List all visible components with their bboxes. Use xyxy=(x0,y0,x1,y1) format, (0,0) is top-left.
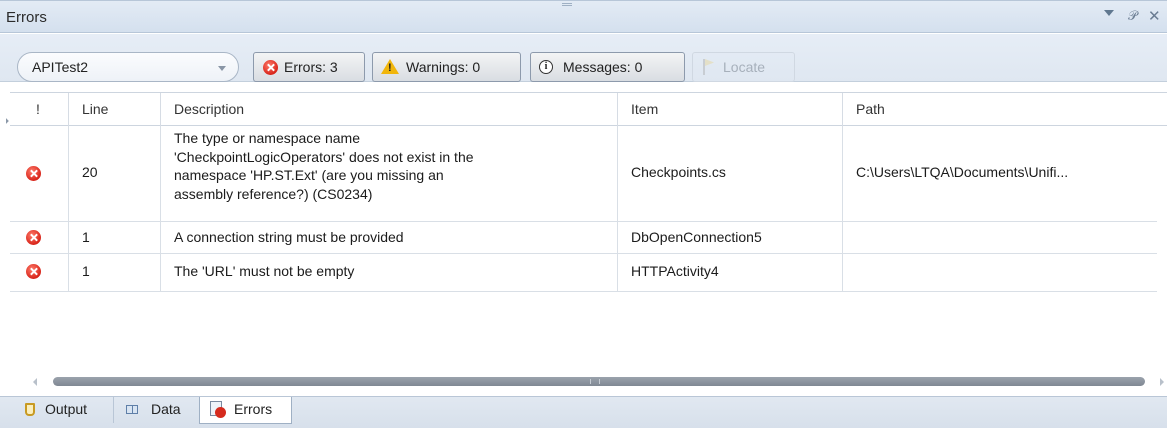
tab-errors[interactable]: Errors xyxy=(199,397,292,424)
column-header-item[interactable]: Item xyxy=(618,93,843,126)
tab-data-label: Data xyxy=(151,401,181,417)
severity-cell xyxy=(10,126,69,221)
panel-title: Errors xyxy=(6,9,47,26)
error-icon xyxy=(263,60,278,75)
errors-filter-button[interactable]: Errors: 3 xyxy=(253,52,365,82)
line-cell: 1 xyxy=(69,254,161,291)
bottom-tab-bar: Output Data Errors xyxy=(0,396,1167,428)
warnings-filter-button[interactable]: ! Warnings: 0 xyxy=(372,52,521,82)
horizontal-scrollbar[interactable] xyxy=(0,373,1167,391)
column-header-description[interactable]: Description xyxy=(161,93,618,126)
chevron-down-icon xyxy=(218,66,226,71)
error-icon xyxy=(26,264,41,279)
tab-data[interactable]: Data xyxy=(113,397,197,423)
messages-filter-button[interactable]: i Messages: 0 xyxy=(530,52,685,82)
path-cell xyxy=(843,254,1157,291)
tab-output[interactable]: Output xyxy=(13,397,113,423)
line-cell: 1 xyxy=(69,222,161,253)
scroll-left-arrow-icon[interactable] xyxy=(33,378,37,386)
flag-icon xyxy=(703,59,705,75)
description-cell: The type or namespace name 'CheckpointLo… xyxy=(161,126,618,221)
severity-cell xyxy=(10,254,69,291)
errors-toolbar: APITest2 Errors: 3 ! Warnings: 0 i Messa… xyxy=(0,34,1167,82)
data-icon xyxy=(126,405,138,414)
column-header-line[interactable]: Line xyxy=(69,93,161,126)
sort-indicator-icon xyxy=(3,118,9,124)
errors-grid: ! Line Description Item Path 20 The type… xyxy=(0,83,1167,397)
path-cell xyxy=(843,222,1157,253)
item-cell: HTTPActivity4 xyxy=(618,254,843,291)
locate-button[interactable]: Locate xyxy=(692,52,795,82)
panel-menu-dropdown-icon[interactable] xyxy=(1104,10,1114,16)
project-select-value: APITest2 xyxy=(32,59,89,75)
description-cell: A connection string must be provided xyxy=(161,222,618,253)
panel-titlebar: Errors 𝒫 ✕ xyxy=(0,0,1167,33)
output-icon xyxy=(25,403,35,416)
error-icon xyxy=(26,230,41,245)
item-cell: DbOpenConnection5 xyxy=(618,222,843,253)
info-icon: i xyxy=(539,60,553,74)
scroll-right-arrow-icon[interactable] xyxy=(1160,378,1164,386)
description-cell: The 'URL' must not be empty xyxy=(161,254,618,291)
locate-label: Locate xyxy=(723,59,766,75)
line-cell: 20 xyxy=(69,126,161,221)
project-select[interactable]: APITest2 xyxy=(17,52,239,82)
errors-tab-icon xyxy=(210,401,226,418)
severity-cell xyxy=(10,222,69,253)
scrollbar-grip-icon xyxy=(590,379,600,384)
tab-errors-label: Errors xyxy=(234,401,273,417)
dock-grip[interactable] xyxy=(562,3,572,6)
table-row[interactable]: 20 The type or namespace name 'Checkpoin… xyxy=(10,126,1157,222)
table-row[interactable]: 1 A connection string must be provided D… xyxy=(10,222,1157,254)
column-header-path[interactable]: Path xyxy=(843,93,1167,126)
tab-output-label: Output xyxy=(45,401,88,417)
column-header-severity[interactable]: ! xyxy=(10,93,69,126)
path-cell: C:\Users\LTQA\Documents\Unifi... xyxy=(856,164,1069,180)
warnings-filter-label: Warnings: 0 xyxy=(406,59,481,75)
errors-filter-label: Errors: 3 xyxy=(284,59,338,75)
grid-header: ! Line Description Item Path xyxy=(10,92,1167,126)
messages-filter-label: Messages: 0 xyxy=(563,59,643,75)
item-cell: Checkpoints.cs xyxy=(618,126,843,221)
close-icon[interactable]: ✕ xyxy=(1148,7,1161,25)
pin-icon[interactable]: 𝒫 xyxy=(1128,8,1137,24)
table-row[interactable]: 1 The 'URL' must not be empty HTTPActivi… xyxy=(10,254,1157,292)
error-icon xyxy=(26,166,41,181)
